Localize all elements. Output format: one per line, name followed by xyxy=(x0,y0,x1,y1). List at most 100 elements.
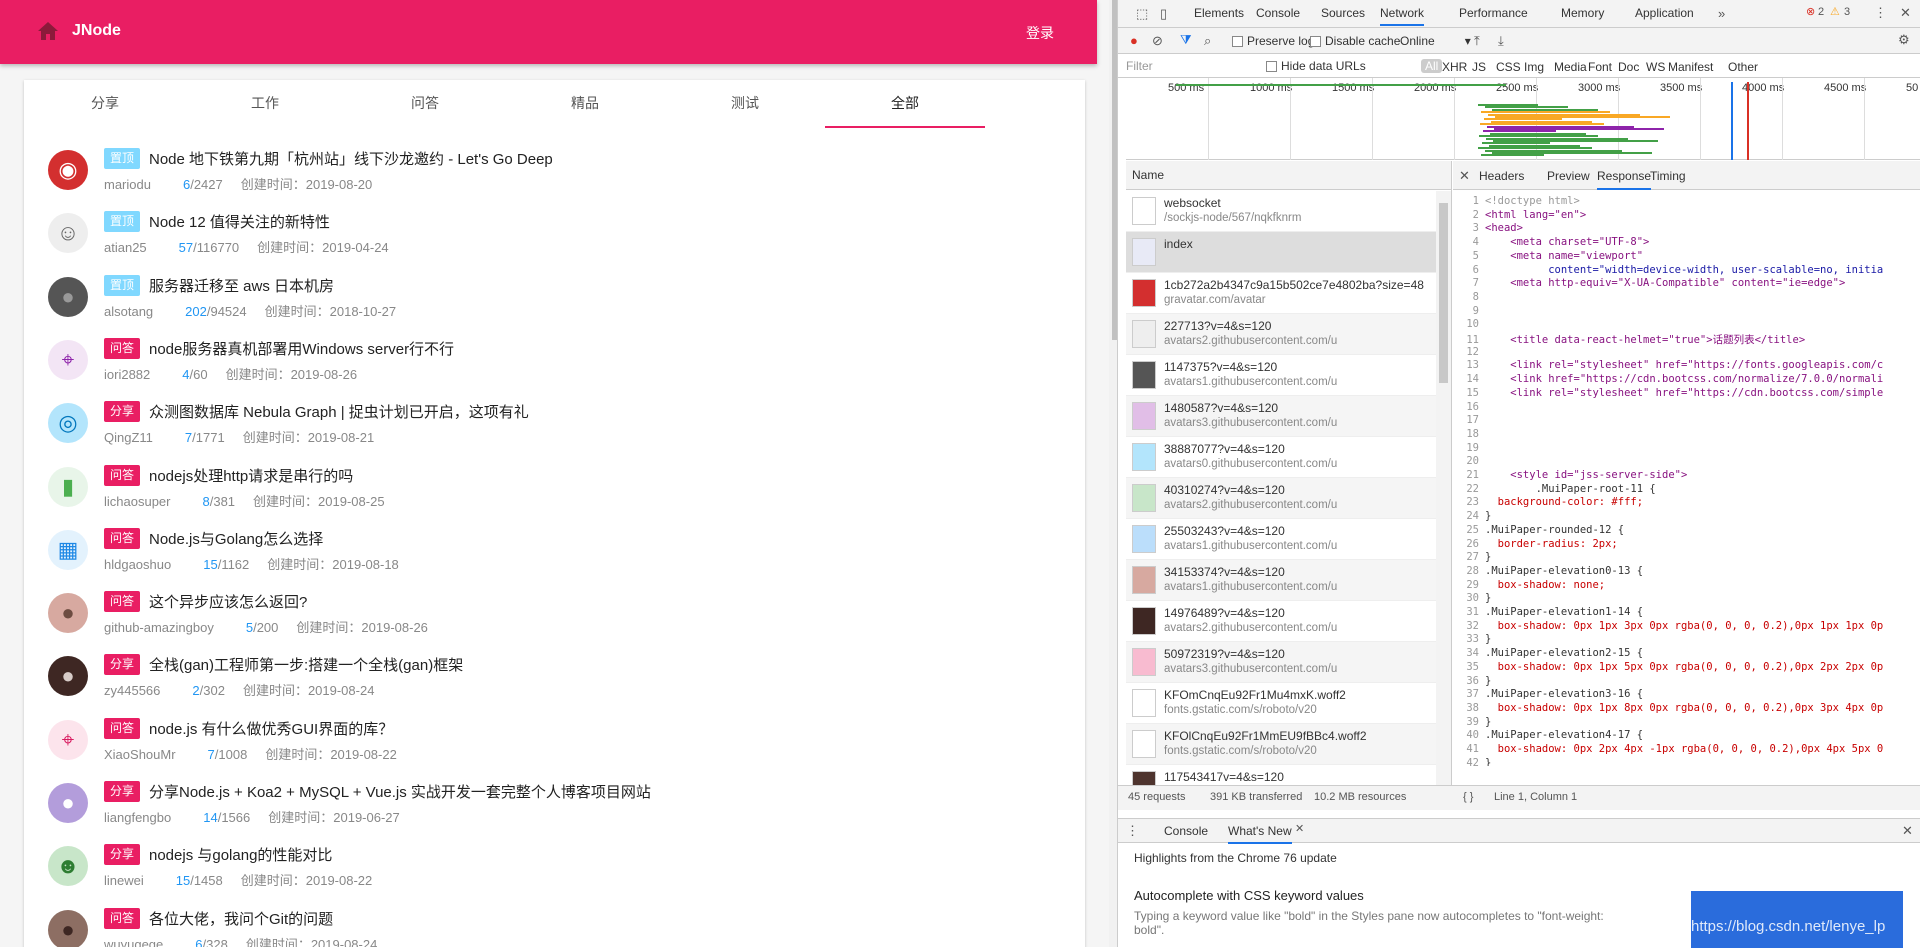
tab-4[interactable]: 测试 xyxy=(665,80,825,128)
request-row[interactable]: 117543417v=4&s=120 xyxy=(1126,765,1436,785)
topic-item[interactable]: ◎ 分享 众测图数据库 Nebula Graph | 捉虫计划已开启，这项有礼 Qin… xyxy=(24,395,1085,458)
detail-tab-headers[interactable]: Headers xyxy=(1479,169,1524,183)
topic-item[interactable]: ● 分享 全栈(gan)工程师第一步:搭建一个全栈(gan)框架 zy445566 2/… xyxy=(24,648,1085,711)
filter-type-img[interactable]: Img xyxy=(1524,60,1544,74)
author-name[interactable]: zy445566 xyxy=(104,683,160,698)
filter-type-xhr[interactable]: XHR xyxy=(1442,60,1467,74)
request-row[interactable]: 1480587?v=4&s=120 avatars3.githubusercont… xyxy=(1126,396,1436,437)
request-row[interactable]: 227713?v=4&s=120 avatars2.githubuserconte… xyxy=(1126,314,1436,355)
response-code[interactable]: 1 <!doctype html> 2 <html lang="en"> 3 <head>… xyxy=(1453,191,1905,766)
network-overview[interactable]: 500 ms 1000 ms 1500 ms 2000 ms 2500 ms 3000 m… xyxy=(1126,78,1920,160)
avatar[interactable]: ▮ xyxy=(48,466,88,507)
avatar[interactable]: ☻ xyxy=(48,846,88,887)
close-drawer-icon[interactable]: ✕ xyxy=(1902,824,1913,837)
devtools-tab-memory[interactable]: Memory xyxy=(1561,6,1604,20)
filter-input[interactable]: Filter xyxy=(1126,60,1153,72)
hide-data-urls-checkbox[interactable]: Hide data URLs xyxy=(1266,59,1366,73)
kebab-menu-icon[interactable]: ⋮ xyxy=(1874,6,1887,19)
topic-item[interactable]: ⌖ 问答 node.js 有什么做优秀GUI界面的库？ XiaoShouMr 7/100… xyxy=(24,712,1085,775)
author-name[interactable]: mariodu xyxy=(104,177,151,192)
topic-title[interactable]: 全栈(gan)工程师第一步:搭建一个全栈(gan)框架 xyxy=(149,654,463,675)
author-name[interactable]: hldgaoshuo xyxy=(104,557,171,572)
close-icon[interactable]: ✕ xyxy=(1900,6,1911,19)
request-row[interactable]: 50972319?v=4&s=120 avatars3.githubusercon… xyxy=(1126,642,1436,683)
request-row[interactable]: index xyxy=(1126,232,1436,273)
drawer-tab-whats-new[interactable]: What's New xyxy=(1228,824,1292,844)
request-scrollbar-thumb[interactable] xyxy=(1439,203,1448,383)
import-har-icon[interactable]: ⤒ xyxy=(1474,34,1480,47)
disable-cache-checkbox[interactable]: Disable cache xyxy=(1310,34,1400,48)
topic-title[interactable]: 各位大佬，我问个Git的问题 xyxy=(149,908,333,929)
topic-item[interactable]: ⌖ 问答 node服务器真机部署用Windows server行不行 iori2882… xyxy=(24,332,1085,395)
request-scrollbar[interactable] xyxy=(1436,191,1451,785)
device-toggle-icon[interactable]: ▯ xyxy=(1160,7,1167,20)
filter-type-js[interactable]: JS xyxy=(1472,60,1486,74)
request-row[interactable]: KFOlCnqEu92Fr1MmEU9fBBc4.woff2 fonts.gsta… xyxy=(1126,724,1436,765)
filter-icon[interactable]: ⧩ xyxy=(1180,33,1192,46)
more-tabs-icon[interactable]: » xyxy=(1718,7,1725,20)
filter-type-ws[interactable]: WS xyxy=(1646,60,1665,74)
clear-icon[interactable]: ⊘ xyxy=(1152,34,1163,47)
tab-5[interactable]: 全部 xyxy=(825,80,985,128)
preserve-log-checkbox[interactable]: Preserve log xyxy=(1232,34,1314,48)
tab-1[interactable]: 工作 xyxy=(185,80,345,128)
login-button[interactable]: 登录 xyxy=(1026,23,1054,43)
filter-type-doc[interactable]: Doc xyxy=(1618,60,1639,74)
topic-item[interactable]: ● 分享 分享Node.js + Koa2 + MySQL + Vue.js 实战开… xyxy=(24,775,1085,838)
avatar[interactable]: ☺ xyxy=(48,213,88,254)
request-row[interactable]: 1147375?v=4&s=120 avatars1.githubusercont… xyxy=(1126,355,1436,396)
inspect-icon[interactable]: ⬚ xyxy=(1136,7,1148,20)
topic-item[interactable]: ◉ 置顶 Node 地下铁第九期「杭州站」线下沙龙邀约 - Let's Go Dee… xyxy=(24,142,1085,205)
topic-item[interactable]: ☻ 分享 nodejs 与golang的性能对比 linewei 15/1458 创建时间… xyxy=(24,838,1085,901)
topic-item[interactable]: ● 问答 各位大佬，我问个Git的问题 wuyugege 6/328 创建时间：2019-… xyxy=(24,902,1085,947)
author-name[interactable]: iori2882 xyxy=(104,367,150,382)
filter-type-css[interactable]: CSS xyxy=(1496,60,1521,74)
author-name[interactable]: github-amazingboy xyxy=(104,620,214,635)
request-row[interactable]: 40310274?v=4&s=120 avatars2.githubusercon… xyxy=(1126,478,1436,519)
author-name[interactable]: wuyugege xyxy=(104,937,163,947)
close-detail-icon[interactable]: ✕ xyxy=(1459,169,1470,182)
topic-item[interactable]: ▮ 问答 nodejs处理http请求是串行的吗 lichaosuper 8/381 创建… xyxy=(24,459,1085,522)
topic-title[interactable]: Node 12 值得关注的新特性 xyxy=(149,211,330,232)
detail-tab-response[interactable]: Response xyxy=(1597,169,1652,190)
request-row[interactable]: websocket/sockjs-node/567/nqkfknrm xyxy=(1126,191,1436,232)
news-title[interactable]: Autocomplete with CSS keyword values xyxy=(1134,889,1364,902)
close-whats-new-icon[interactable]: ✕ xyxy=(1295,824,1304,835)
devtools-tab-network[interactable]: Network xyxy=(1380,6,1425,26)
filter-type-all[interactable]: All xyxy=(1421,59,1443,73)
author-name[interactable]: liangfengbo xyxy=(104,810,171,825)
devtools-tab-elements[interactable]: Elements xyxy=(1194,6,1244,20)
topic-title[interactable]: Node.js与Golang怎么选择 xyxy=(149,528,323,549)
filter-type-font[interactable]: Font xyxy=(1588,60,1612,74)
author-name[interactable]: linewei xyxy=(104,873,144,888)
author-name[interactable]: atian25 xyxy=(104,240,147,255)
home-icon[interactable] xyxy=(36,20,60,42)
name-column-header[interactable]: Name xyxy=(1126,161,1451,190)
author-name[interactable]: lichaosuper xyxy=(104,494,171,509)
topic-title[interactable]: Node 地下铁第九期「杭州站」线下沙龙邀约 - Let's Go Deep xyxy=(149,148,553,169)
request-row[interactable]: 14976489?v=4&s=120 avatars2.githubusercon… xyxy=(1126,601,1436,642)
topic-title[interactable]: 众测图数据库 Nebula Graph | 捉虫计划已开启，这项有礼 xyxy=(149,401,529,422)
topic-item[interactable]: ● 问答 这个异步应该怎么返回? github-amazingboy 5/200 创建时间… xyxy=(24,585,1085,648)
warning-icon[interactable]: ⚠ xyxy=(1830,7,1840,18)
devtools-tab-performance[interactable]: Performance xyxy=(1459,6,1528,20)
topic-item[interactable]: ☺ 置顶 Node 12 值得关注的新特性 atian25 57/116770 创建时间：… xyxy=(24,205,1085,268)
topic-title[interactable]: nodejs 与golang的性能对比 xyxy=(149,844,332,865)
topic-item[interactable]: ▦ 问答 Node.js与Golang怎么选择 hldgaoshuo 15/1162 创建… xyxy=(24,522,1085,585)
request-row[interactable]: 25503243?v=4&s=120 avatars1.githubusercon… xyxy=(1126,519,1436,560)
search-icon[interactable]: ⌕ xyxy=(1204,34,1211,47)
avatar[interactable]: ● xyxy=(48,276,88,317)
avatar[interactable]: ◎ xyxy=(48,403,88,444)
avatar[interactable]: ● xyxy=(48,783,88,823)
avatar[interactable]: ⌖ xyxy=(48,339,88,380)
error-icon[interactable]: ⊗ xyxy=(1806,7,1815,18)
drawer-menu-icon[interactable]: ⋮ xyxy=(1126,824,1139,837)
request-row[interactable]: 34153374?v=4&s=120 avatars1.githubusercon… xyxy=(1126,560,1436,601)
request-row[interactable]: 38887077?v=4&s=120 avatars0.githubusercon… xyxy=(1126,437,1436,478)
topic-title[interactable]: node服务器真机部署用Windows server行不行 xyxy=(149,338,454,359)
tab-2[interactable]: 问答 xyxy=(345,80,505,128)
request-row[interactable]: 1cb272a2b4347c9a15b502ce7e4802ba?size=48… xyxy=(1126,273,1436,314)
topic-item[interactable]: ● 置顶 服务器迁移至 aws 日本机房 alsotang 202/94524 创建时间：… xyxy=(24,269,1085,332)
throttle-select[interactable]: Online ▾ xyxy=(1400,34,1471,48)
pretty-print-icon[interactable]: { } xyxy=(1463,792,1473,803)
